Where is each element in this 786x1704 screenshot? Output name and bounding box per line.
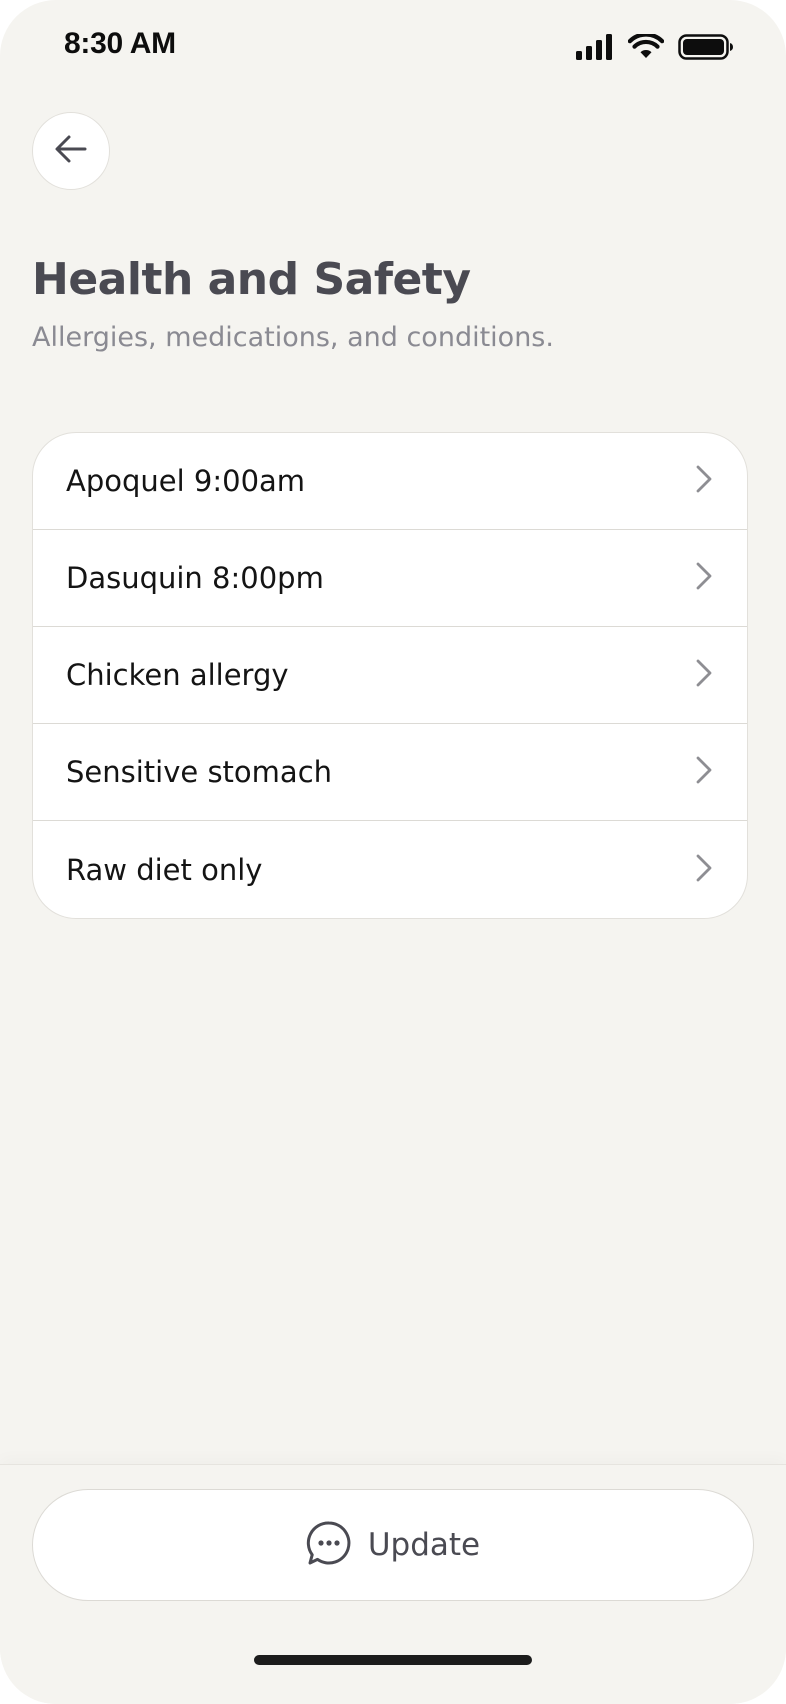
list-item-label: Raw diet only: [66, 852, 263, 887]
wifi-icon: [628, 34, 664, 60]
chevron-right-icon: [695, 658, 713, 692]
page-title: Health and Safety: [32, 254, 471, 305]
chat-bubble-icon: [306, 1520, 352, 1570]
update-button[interactable]: Update: [32, 1489, 754, 1601]
chevron-right-icon: [695, 755, 713, 789]
health-list: Apoquel 9:00am Dasuquin 8:00pm Chicken a…: [32, 432, 748, 919]
chevron-right-icon: [695, 464, 713, 498]
signal-icon: [576, 34, 614, 60]
page-subtitle: Allergies, medications, and conditions.: [32, 322, 554, 353]
list-item-label: Sensitive stomach: [66, 755, 333, 789]
list-item-sensitive-stomach[interactable]: Sensitive stomach: [33, 724, 747, 821]
back-button[interactable]: [32, 112, 110, 190]
list-item-raw-diet[interactable]: Raw diet only: [33, 821, 747, 918]
chevron-right-icon: [695, 561, 713, 595]
list-item-label: Apoquel 9:00am: [66, 464, 306, 498]
arrow-left-icon: [54, 134, 88, 168]
battery-icon: [678, 34, 734, 60]
bottom-bar: Update: [0, 1464, 786, 1704]
chevron-right-icon: [695, 853, 713, 887]
list-item-dasuquin[interactable]: Dasuquin 8:00pm: [33, 530, 747, 627]
list-item-chicken-allergy[interactable]: Chicken allergy: [33, 627, 747, 724]
status-icons: [576, 34, 734, 60]
phone-screen: 8:30 AM Health and Safety Allergies, med…: [0, 0, 786, 1704]
status-bar: 8:30 AM: [0, 0, 786, 96]
home-indicator[interactable]: [254, 1655, 532, 1665]
status-time: 8:30 AM: [64, 27, 176, 60]
list-item-label: Chicken allergy: [66, 658, 289, 692]
list-item-label: Dasuquin 8:00pm: [66, 561, 324, 595]
update-button-label: Update: [367, 1527, 481, 1563]
list-item-apoquel[interactable]: Apoquel 9:00am: [33, 433, 747, 530]
